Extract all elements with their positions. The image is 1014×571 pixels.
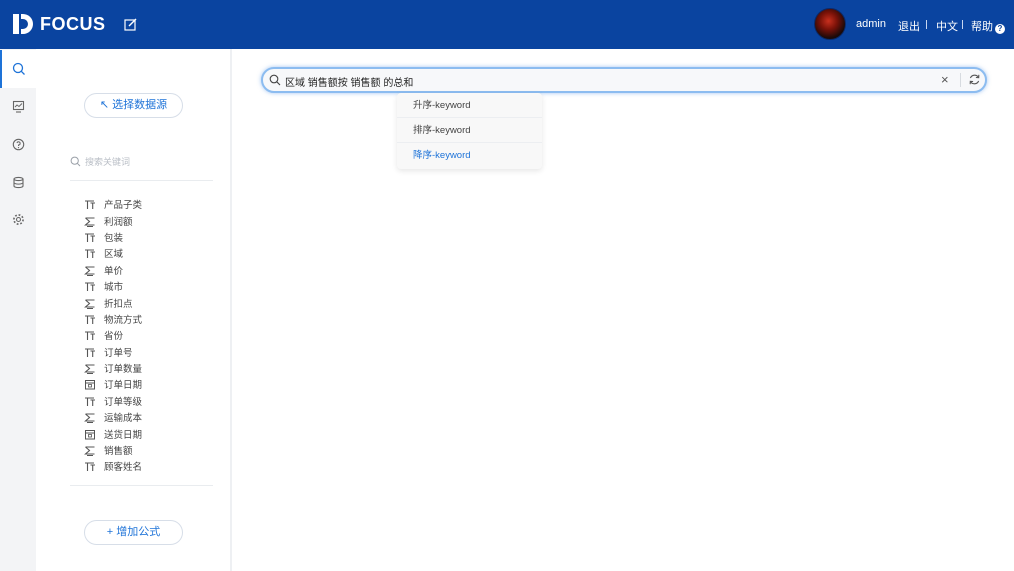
field-label: 折扣点 xyxy=(104,298,133,310)
rail-search[interactable] xyxy=(0,50,36,88)
field-item[interactable]: 区域 xyxy=(84,245,142,261)
logout-link[interactable]: 退出 xyxy=(898,18,920,34)
field-label: 送货日期 xyxy=(104,429,143,441)
field-item[interactable]: 订单号 xyxy=(84,344,142,360)
search-icon xyxy=(269,74,281,86)
rail-settings[interactable] xyxy=(0,200,36,238)
help-icon xyxy=(12,138,24,150)
brand-name: FOCUS xyxy=(40,13,106,34)
field-item[interactable]: 运输成本 xyxy=(84,409,142,425)
help-link[interactable]: 帮助? xyxy=(971,18,1005,34)
field-item[interactable]: 城市 xyxy=(84,278,142,294)
field-item[interactable]: 销售额 xyxy=(84,442,142,458)
icon-rail xyxy=(0,49,36,571)
edit-icon[interactable] xyxy=(123,17,139,33)
clear-icon[interactable]: × xyxy=(941,72,949,87)
field-label: 产品子类 xyxy=(104,200,143,212)
text-field-icon xyxy=(85,462,95,472)
suggestion-item[interactable]: 升序-keyword xyxy=(397,93,542,118)
field-item[interactable]: 订单等级 xyxy=(84,393,142,409)
field-label: 顾客姓名 xyxy=(104,462,143,474)
text-field-icon xyxy=(85,233,95,242)
field-item[interactable]: 省份 xyxy=(84,327,142,343)
avatar[interactable] xyxy=(814,8,846,40)
field-item[interactable]: 顾客姓名 xyxy=(84,458,142,474)
field-label: 销售额 xyxy=(104,446,133,458)
field-label: 包装 xyxy=(104,232,124,244)
divider xyxy=(960,73,961,87)
number-field-icon xyxy=(84,364,95,375)
suggestion-item[interactable]: 降序-keyword xyxy=(397,143,542,168)
select-datasource-button[interactable]: ↖ 选择数据源 xyxy=(84,93,183,118)
field-label: 省份 xyxy=(104,331,124,343)
help-circle-icon: ? xyxy=(995,24,1005,34)
user-name[interactable]: admin xyxy=(856,18,886,30)
help-label: 帮助 xyxy=(971,21,993,33)
divider xyxy=(70,485,213,486)
number-field-icon xyxy=(84,413,95,424)
field-label: 物流方式 xyxy=(104,314,143,326)
rail-dashboard[interactable] xyxy=(0,87,36,125)
field-label: 区域 xyxy=(104,249,124,261)
divider xyxy=(70,180,213,181)
field-item[interactable]: 送货日期 xyxy=(84,425,142,441)
field-item[interactable]: 单价 xyxy=(84,262,142,278)
field-label: 利润额 xyxy=(104,216,133,228)
number-field-icon xyxy=(84,266,95,276)
keyword-search-placeholder: 搜索关键词 xyxy=(85,157,131,167)
field-item[interactable]: 订单数量 xyxy=(84,360,142,376)
field-label: 订单数量 xyxy=(104,364,143,376)
refresh-icon[interactable] xyxy=(968,73,981,86)
suggestion-item[interactable]: 排序-keyword xyxy=(397,118,542,143)
search-icon xyxy=(12,62,25,75)
search-icon xyxy=(70,156,81,167)
number-field-icon xyxy=(84,298,95,309)
keyword-search[interactable]: 搜索关键词 xyxy=(70,155,130,168)
divider xyxy=(962,20,963,29)
text-field-icon xyxy=(85,315,95,324)
field-label: 订单日期 xyxy=(104,380,143,392)
settings-icon xyxy=(12,213,24,225)
date-field-icon xyxy=(85,429,95,440)
language-link[interactable]: 中文 xyxy=(936,18,958,34)
field-label: 城市 xyxy=(104,282,124,294)
rail-database[interactable] xyxy=(0,163,36,201)
rail-help[interactable] xyxy=(0,125,36,163)
field-label: 订单等级 xyxy=(104,396,143,408)
logo-mark-icon xyxy=(13,14,33,34)
database-icon xyxy=(12,176,24,188)
text-field-icon xyxy=(85,331,95,341)
field-label: 运输成本 xyxy=(104,413,143,425)
suggestion-dropdown: 升序-keyword 排序-keyword 降序-keyword xyxy=(397,93,542,169)
field-item[interactable]: 物流方式 xyxy=(84,311,142,327)
text-field-icon xyxy=(85,282,95,292)
field-item[interactable]: 订单日期 xyxy=(84,376,142,392)
text-field-icon xyxy=(85,200,95,210)
field-item[interactable]: 折扣点 xyxy=(84,294,142,310)
date-field-icon xyxy=(85,380,95,390)
text-field-icon xyxy=(85,249,95,259)
number-field-icon xyxy=(84,217,95,227)
field-label: 订单号 xyxy=(104,347,133,359)
search-bar[interactable]: 区域 销售额按 销售额 的总和 × xyxy=(261,67,987,93)
field-list: 产品子类利润额包装区域单价城市折扣点物流方式省份订单号订单数量订单日期订单等级运… xyxy=(84,196,142,475)
text-field-icon xyxy=(85,397,95,406)
number-field-icon xyxy=(84,446,95,457)
field-item[interactable]: 利润额 xyxy=(84,212,142,228)
field-label: 单价 xyxy=(104,265,124,277)
text-field-icon xyxy=(85,348,95,357)
field-item[interactable]: 产品子类 xyxy=(84,196,142,212)
search-query[interactable]: 区域 销售额按 销售额 的总和 xyxy=(285,74,413,89)
field-item[interactable]: 包装 xyxy=(84,229,142,245)
dashboard-icon xyxy=(12,100,24,113)
data-panel: ↖ 选择数据源 搜索关键词 产品子类利润额包装区域单价城市折扣点物流方式省份订单… xyxy=(36,49,232,571)
focus-logo[interactable]: FOCUS xyxy=(12,12,106,36)
divider xyxy=(926,20,927,29)
top-bar: FOCUS admin 退出 中文 帮助? xyxy=(0,0,1014,49)
add-formula-button[interactable]: + 增加公式 xyxy=(84,520,183,545)
